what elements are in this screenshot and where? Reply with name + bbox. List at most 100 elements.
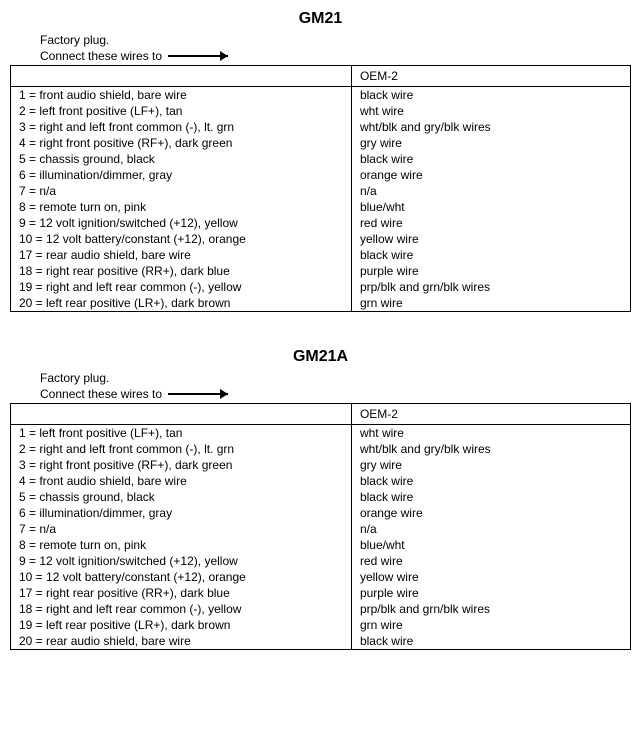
factory-wire-desc: 19 = left rear positive (LR+), dark brow… [11, 617, 351, 633]
oem-wire-desc: wht wire [351, 103, 630, 119]
oem-wire-desc: red wire [351, 553, 630, 569]
table-row: 5 = chassis ground, blackblack wire [11, 151, 630, 167]
arrow-icon [168, 393, 228, 395]
table-row: 7 = n/an/a [11, 183, 630, 199]
table-row: 19 = left rear positive (LR+), dark brow… [11, 617, 630, 633]
factory-wire-desc: 2 = right and left front common (-), lt.… [11, 441, 351, 457]
factory-wire-desc: 17 = right rear positive (RR+), dark blu… [11, 585, 351, 601]
col1-header [11, 404, 351, 425]
oem-wire-desc: gry wire [351, 457, 630, 473]
table-row: 1 = left front positive (LF+), tanwht wi… [11, 424, 630, 441]
table-row: 18 = right rear positive (RR+), dark blu… [11, 263, 630, 279]
oem-wire-desc: black wire [351, 633, 630, 649]
factory-wire-desc: 17 = rear audio shield, bare wire [11, 247, 351, 263]
table-row: 5 = chassis ground, blackblack wire [11, 489, 630, 505]
oem-wire-desc: n/a [351, 183, 630, 199]
oem-wire-desc: yellow wire [351, 231, 630, 247]
factory-wire-desc: 18 = right and left rear common (-), yel… [11, 601, 351, 617]
factory-wire-desc: 8 = remote turn on, pink [11, 537, 351, 553]
factory-wire-desc: 6 = illumination/dimmer, gray [11, 505, 351, 521]
factory-wire-desc: 8 = remote turn on, pink [11, 199, 351, 215]
oem-wire-desc: blue/wht [351, 199, 630, 215]
oem-wire-desc: black wire [351, 489, 630, 505]
section-divider [10, 330, 631, 348]
oem-wire-desc: orange wire [351, 505, 630, 521]
factory-wire-desc: 19 = right and left rear common (-), yel… [11, 279, 351, 295]
factory-wire-desc: 9 = 12 volt ignition/switched (+12), yel… [11, 215, 351, 231]
table-row: 1 = front audio shield, bare wireblack w… [11, 86, 630, 103]
table-row: 6 = illumination/dimmer, grayorange wire [11, 167, 630, 183]
section-title-gm21: GM21 [10, 10, 631, 28]
oem-wire-desc: black wire [351, 247, 630, 263]
oem-wire-desc: wht wire [351, 424, 630, 441]
wiring-table-gm21a: OEM-21 = left front positive (LF+), tanw… [10, 403, 631, 650]
oem-wire-desc: blue/wht [351, 537, 630, 553]
table-row: 6 = illumination/dimmer, grayorange wire [11, 505, 630, 521]
section-gm21a: GM21A Factory plug.Connect these wires to… [10, 348, 631, 650]
oem-wire-desc: wht/blk and gry/blk wires [351, 119, 630, 135]
factory-wire-desc: 10 = 12 volt battery/constant (+12), ora… [11, 569, 351, 585]
table-row: 2 = right and left front common (-), lt.… [11, 441, 630, 457]
table-row: 2 = left front positive (LF+), tanwht wi… [11, 103, 630, 119]
table-row: 20 = left rear positive (LR+), dark brow… [11, 295, 630, 311]
factory-wire-desc: 4 = front audio shield, bare wire [11, 473, 351, 489]
oem-wire-desc: red wire [351, 215, 630, 231]
factory-label-line1: Factory plug. [10, 370, 631, 387]
factory-wire-desc: 7 = n/a [11, 521, 351, 537]
oem-wire-desc: prp/blk and grn/blk wires [351, 279, 630, 295]
table-row: 4 = right front positive (RF+), dark gre… [11, 135, 630, 151]
arrow-row: Connect these wires to [10, 387, 631, 401]
oem-wire-desc: prp/blk and grn/blk wires [351, 601, 630, 617]
section-gm21: GM21 Factory plug.Connect these wires to O… [10, 10, 631, 312]
factory-wire-desc: 3 = right and left front common (-), lt.… [11, 119, 351, 135]
table-row: 18 = right and left rear common (-), yel… [11, 601, 630, 617]
factory-label-line1: Factory plug. [10, 32, 631, 49]
factory-wire-desc: 5 = chassis ground, black [11, 151, 351, 167]
oem-wire-desc: purple wire [351, 263, 630, 279]
col2-header: OEM-2 [351, 404, 630, 425]
factory-wire-desc: 6 = illumination/dimmer, gray [11, 167, 351, 183]
factory-wire-desc: 3 = right front positive (RF+), dark gre… [11, 457, 351, 473]
section-title-gm21a: GM21A [10, 348, 631, 366]
connect-wires-label: Connect these wires to [40, 387, 162, 401]
col2-header: OEM-2 [351, 66, 630, 87]
table-row: 17 = rear audio shield, bare wireblack w… [11, 247, 630, 263]
factory-wire-desc: 2 = left front positive (LF+), tan [11, 103, 351, 119]
table-row: 3 = right and left front common (-), lt.… [11, 119, 630, 135]
table-row: 17 = right rear positive (RR+), dark blu… [11, 585, 630, 601]
arrow-icon [168, 55, 228, 57]
oem-wire-desc: wht/blk and gry/blk wires [351, 441, 630, 457]
oem-wire-desc: purple wire [351, 585, 630, 601]
table-row: 3 = right front positive (RF+), dark gre… [11, 457, 630, 473]
oem-wire-desc: grn wire [351, 295, 630, 311]
oem-wire-desc: black wire [351, 473, 630, 489]
factory-wire-desc: 1 = left front positive (LF+), tan [11, 424, 351, 441]
table-row: 8 = remote turn on, pinkblue/wht [11, 199, 630, 215]
arrow-row: Connect these wires to [10, 49, 631, 63]
connect-wires-label: Connect these wires to [40, 49, 162, 63]
oem-wire-desc: grn wire [351, 617, 630, 633]
factory-wire-desc: 5 = chassis ground, black [11, 489, 351, 505]
wiring-table-gm21: OEM-21 = front audio shield, bare wirebl… [10, 65, 631, 312]
factory-wire-desc: 4 = right front positive (RF+), dark gre… [11, 135, 351, 151]
factory-wire-desc: 18 = right rear positive (RR+), dark blu… [11, 263, 351, 279]
table-row: 9 = 12 volt ignition/switched (+12), yel… [11, 553, 630, 569]
factory-wire-desc: 7 = n/a [11, 183, 351, 199]
oem-wire-desc: black wire [351, 86, 630, 103]
factory-wire-desc: 10 = 12 volt battery/constant (+12), ora… [11, 231, 351, 247]
factory-wire-desc: 1 = front audio shield, bare wire [11, 86, 351, 103]
table-row: 7 = n/an/a [11, 521, 630, 537]
oem-wire-desc: n/a [351, 521, 630, 537]
oem-wire-desc: gry wire [351, 135, 630, 151]
oem-wire-desc: yellow wire [351, 569, 630, 585]
factory-wire-desc: 20 = left rear positive (LR+), dark brow… [11, 295, 351, 311]
col1-header [11, 66, 351, 87]
oem-wire-desc: orange wire [351, 167, 630, 183]
table-row: 8 = remote turn on, pinkblue/wht [11, 537, 630, 553]
page: GM21Factory plug.Connect these wires toO… [0, 0, 641, 678]
table-row: 4 = front audio shield, bare wireblack w… [11, 473, 630, 489]
factory-wire-desc: 9 = 12 volt ignition/switched (+12), yel… [11, 553, 351, 569]
table-row: 10 = 12 volt battery/constant (+12), ora… [11, 569, 630, 585]
table-row: 20 = rear audio shield, bare wireblack w… [11, 633, 630, 649]
oem-wire-desc: black wire [351, 151, 630, 167]
